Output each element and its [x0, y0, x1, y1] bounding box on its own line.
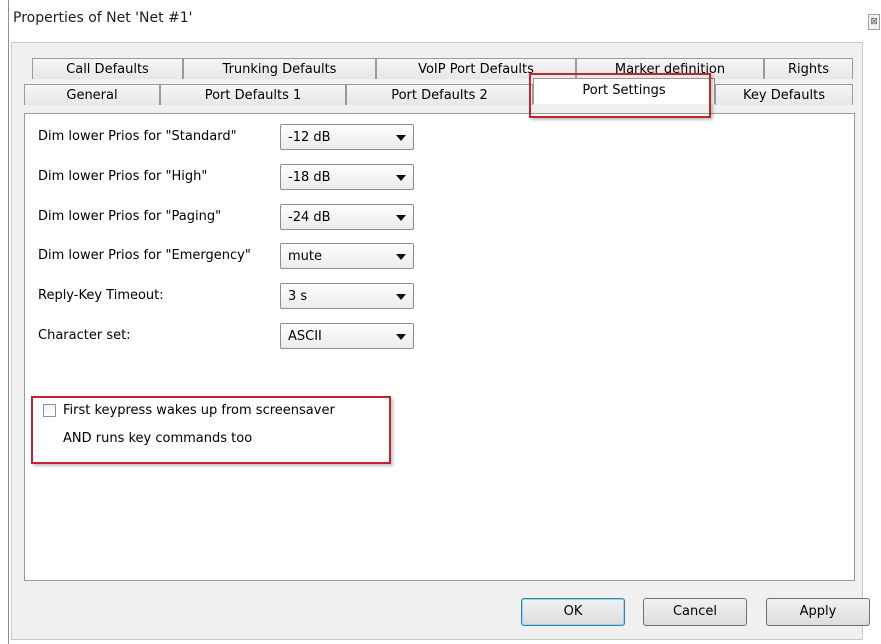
chevron-down-icon: [396, 334, 406, 340]
standard-dim-select[interactable]: -12 dB: [280, 124, 414, 150]
apply-button[interactable]: Apply: [766, 598, 870, 626]
high-dim-select[interactable]: -18 dB: [280, 164, 414, 190]
paging-dim-label: Dim lower Prios for "Paging": [38, 209, 222, 224]
reply-key-timeout-select[interactable]: 3 s: [280, 283, 414, 309]
tab-row-front: General Port Defaults 1 Port Defaults 2 …: [24, 84, 853, 106]
chevron-down-icon: [396, 175, 406, 181]
chevron-down-icon: [396, 294, 406, 300]
cancel-button[interactable]: Cancel: [643, 598, 747, 626]
tab-port-defaults-2[interactable]: Port Defaults 2: [346, 84, 533, 105]
emergency-dim-select[interactable]: mute: [280, 243, 414, 269]
title-bar: Properties of Net 'Net #1' ⊠: [9, 0, 881, 34]
tab-general[interactable]: General: [24, 84, 160, 105]
reply-key-timeout-label: Reply-Key Timeout:: [38, 288, 164, 303]
high-dim-label: Dim lower Prios for "High": [38, 169, 208, 184]
port-settings-tab-highlight: [529, 73, 711, 118]
chevron-down-icon: [396, 135, 406, 141]
window-title: Properties of Net 'Net #1': [13, 10, 193, 26]
emergency-dim-value: mute: [288, 249, 322, 264]
reply-key-timeout-value: 3 s: [288, 289, 308, 304]
tab-port-defaults-1[interactable]: Port Defaults 1: [160, 84, 346, 105]
standard-dim-value: -12 dB: [288, 130, 331, 145]
standard-dim-label: Dim lower Prios for "Standard": [38, 129, 237, 144]
high-dim-value: -18 dB: [288, 170, 331, 185]
paging-dim-select[interactable]: -24 dB: [280, 204, 414, 230]
character-set-select[interactable]: ASCII: [280, 323, 414, 349]
tab-trunking-defaults[interactable]: Trunking Defaults: [183, 58, 376, 79]
tab-call-defaults[interactable]: Call Defaults: [32, 58, 183, 79]
close-icon[interactable]: ⊠: [868, 14, 880, 30]
tab-key-defaults[interactable]: Key Defaults: [715, 84, 853, 105]
tab-row-back: Call Defaults Trunking Defaults VoIP Por…: [32, 58, 853, 80]
emergency-dim-label: Dim lower Prios for "Emergency": [38, 248, 251, 263]
character-set-value: ASCII: [288, 329, 322, 344]
checkbox-highlight: [31, 396, 391, 464]
paging-dim-value: -24 dB: [288, 210, 331, 225]
character-set-label: Character set:: [38, 328, 131, 343]
ok-button[interactable]: OK: [521, 598, 625, 626]
chevron-down-icon: [396, 254, 406, 260]
tab-rights[interactable]: Rights: [764, 58, 853, 79]
chevron-down-icon: [396, 215, 406, 221]
